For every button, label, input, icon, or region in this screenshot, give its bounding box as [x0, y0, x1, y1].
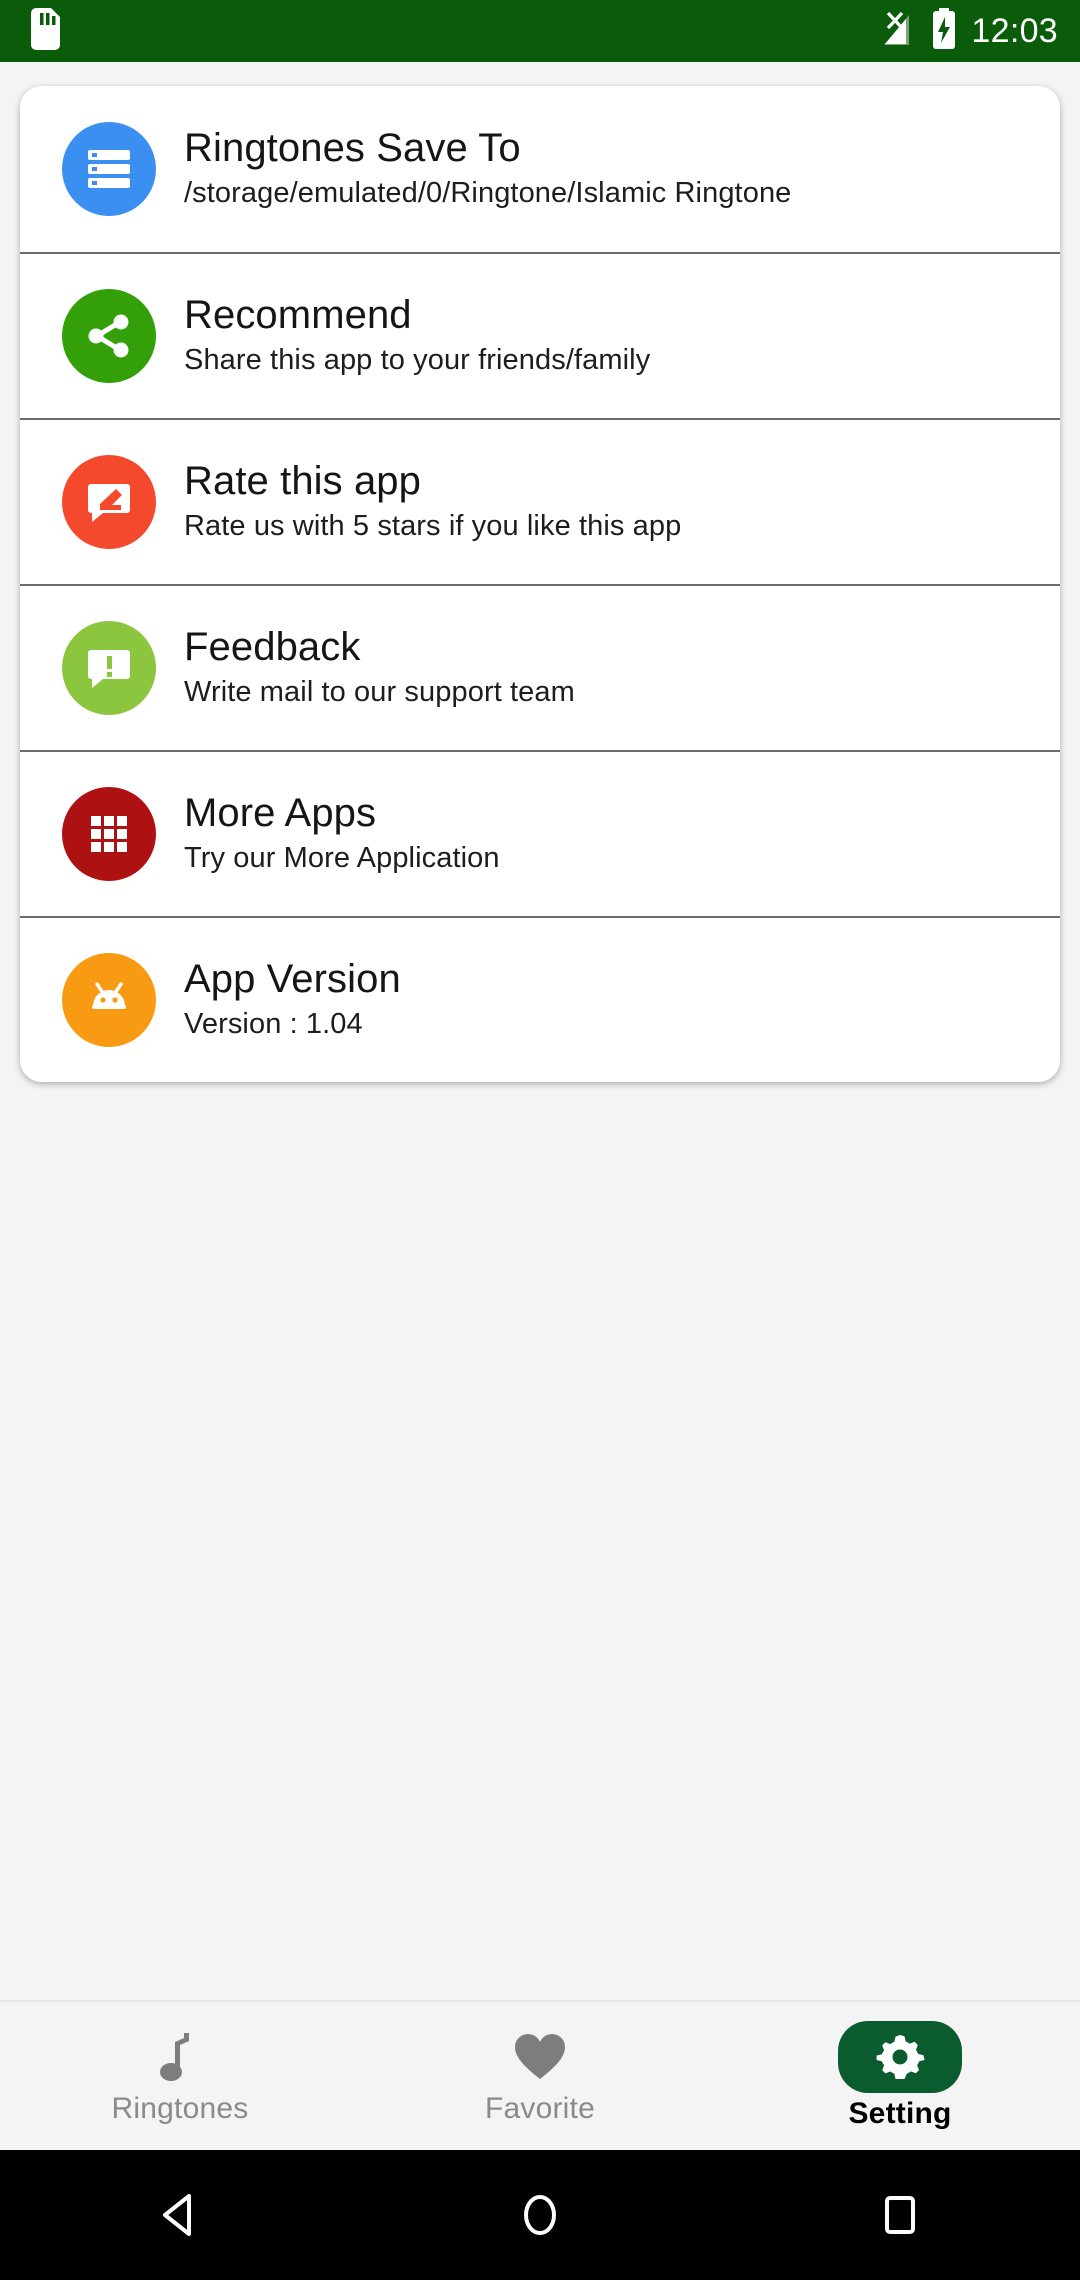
- tab-label-setting: Setting: [848, 2097, 952, 2130]
- settings-row-title: App Version: [184, 957, 401, 1002]
- settings-row-text: Feedback Write mail to our support team: [184, 625, 575, 710]
- settings-row-text: Ringtones Save To /storage/emulated/0/Ri…: [184, 126, 791, 211]
- settings-row-ringtones-save-to[interactable]: Ringtones Save To /storage/emulated/0/Ri…: [20, 86, 1060, 252]
- settings-row-subtitle: Write mail to our support team: [184, 676, 575, 709]
- status-bar-left-icons: [30, 7, 60, 55]
- gear-icon: [838, 2021, 962, 2093]
- status-bar: 12:03: [0, 0, 1080, 62]
- recents-icon[interactable]: [840, 2150, 960, 2280]
- tab-favorite[interactable]: Favorite: [360, 2001, 720, 2151]
- tab-label-ringtones: Ringtones: [111, 2092, 249, 2125]
- tab-ringtones[interactable]: Ringtones: [0, 2001, 360, 2151]
- system-nav-bar: [0, 2150, 1080, 2280]
- settings-row-app-version[interactable]: App Version Version : 1.04: [20, 916, 1060, 1082]
- status-bar-right-icons: 12:03: [879, 7, 1058, 55]
- settings-row-subtitle: Try our More Application: [184, 842, 500, 875]
- settings-row-subtitle: /storage/emulated/0/Ringtone/Islamic Rin…: [184, 177, 792, 210]
- settings-row-title: More Apps: [184, 791, 377, 836]
- settings-row-subtitle: Version : 1.04: [184, 1008, 363, 1041]
- storage-server-icon: [62, 122, 156, 216]
- settings-card: Ringtones Save To /storage/emulated/0/Ri…: [20, 86, 1060, 1082]
- settings-row-subtitle: Share this app to your friends/family: [184, 344, 651, 377]
- back-icon[interactable]: [120, 2150, 240, 2280]
- settings-row-text: More Apps Try our More Application: [184, 791, 500, 876]
- settings-row-feedback[interactable]: Feedback Write mail to our support team: [20, 584, 1060, 750]
- rate-edit-bubble-icon: [62, 455, 156, 549]
- battery-charging-icon: [931, 7, 957, 55]
- settings-row-title: Recommend: [184, 293, 412, 338]
- settings-row-more-apps[interactable]: More Apps Try our More Application: [20, 750, 1060, 916]
- tab-setting[interactable]: Setting: [720, 2001, 1080, 2151]
- signal-no-service-icon: [879, 9, 917, 54]
- settings-row-text: Rate this app Rate us with 5 stars if yo…: [184, 459, 681, 544]
- heart-icon: [488, 2026, 592, 2088]
- feedback-bubble-icon: [62, 621, 156, 715]
- tab-label-favorite: Favorite: [485, 2092, 595, 2125]
- bottom-tab-bar: Ringtones Favorite Setting: [0, 2000, 1080, 2150]
- home-icon[interactable]: [480, 2150, 600, 2280]
- app-screen: 12:03 Ringtones Save To /storage/emulate…: [0, 0, 1080, 2280]
- settings-row-title: Ringtones Save To: [184, 126, 521, 171]
- settings-row-title: Feedback: [184, 625, 361, 670]
- music-note-icon: [128, 2026, 232, 2088]
- android-robot-icon: [62, 953, 156, 1047]
- sd-card-icon: [30, 7, 60, 55]
- settings-row-recommend[interactable]: Recommend Share this app to your friends…: [20, 252, 1060, 418]
- status-bar-clock: 12:03: [971, 12, 1058, 50]
- settings-row-title: Rate this app: [184, 459, 422, 504]
- settings-row-rate-this-app[interactable]: Rate this app Rate us with 5 stars if yo…: [20, 418, 1060, 584]
- settings-row-text: App Version Version : 1.04: [184, 957, 401, 1042]
- settings-row-text: Recommend Share this app to your friends…: [184, 293, 650, 378]
- grid-apps-icon: [62, 787, 156, 881]
- share-icon: [62, 289, 156, 383]
- settings-row-subtitle: Rate us with 5 stars if you like this ap…: [184, 510, 682, 543]
